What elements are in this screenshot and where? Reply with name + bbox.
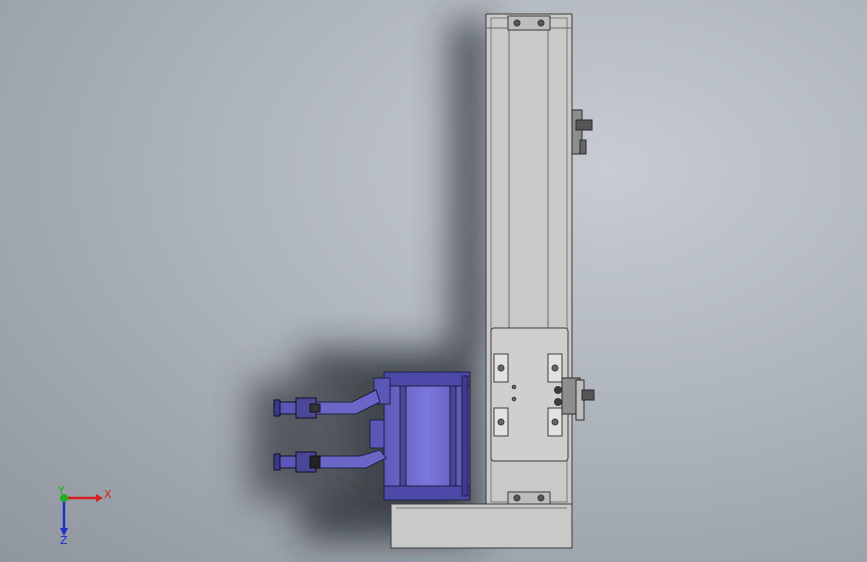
cad-model-view[interactable]: X Y Z: [0, 0, 867, 562]
view-orientation-triad-icon[interactable]: X Y Z: [57, 484, 112, 547]
x-axis-label: X: [104, 488, 112, 501]
model-viewport[interactable]: X Y Z: [0, 0, 867, 562]
z-axis-label: Z: [60, 534, 68, 547]
servo-motor[interactable]: [369, 371, 471, 501]
motor-mount-bracket[interactable]: [390, 503, 573, 549]
lower-sensor[interactable]: [561, 377, 595, 421]
upper-sensor[interactable]: [571, 109, 593, 155]
y-axis-label: Y: [57, 484, 65, 497]
carriage-plate[interactable]: [490, 327, 569, 462]
